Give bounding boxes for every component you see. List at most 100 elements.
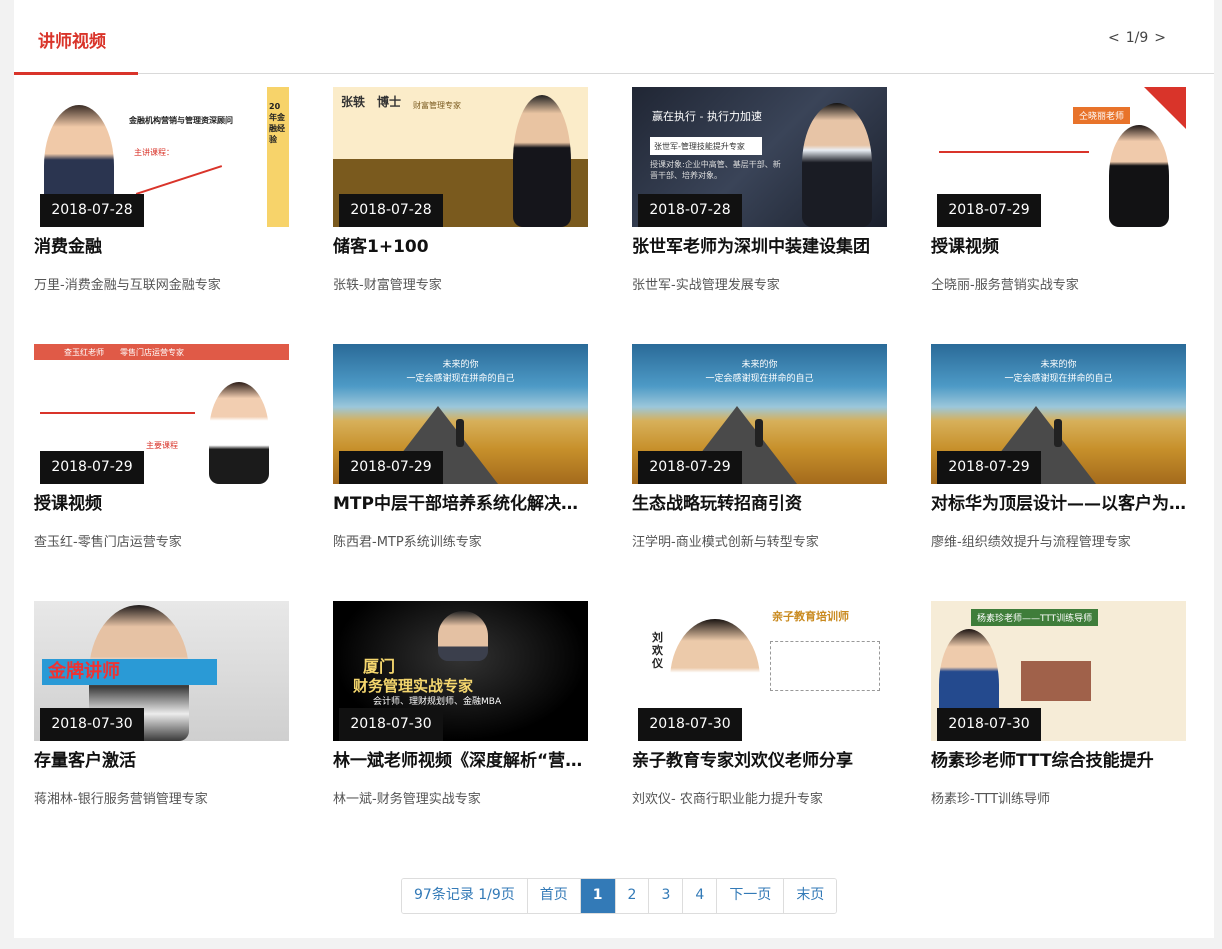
thumb-lecturer-tag: 财富管理专家 bbox=[413, 101, 461, 110]
section-header: 讲师视频 < 1/9 > bbox=[14, 0, 1214, 75]
section-title: 讲师视频 bbox=[38, 32, 106, 52]
video-date: 2018-07-29 bbox=[40, 451, 144, 484]
pagination-page-1[interactable]: 1 bbox=[580, 879, 616, 913]
thumb-course-box bbox=[1021, 661, 1091, 701]
video-author: 仝晓丽-服务营销实战专家 bbox=[931, 278, 1079, 293]
pagination-next[interactable]: 下一页 bbox=[717, 879, 785, 913]
video-thumbnail[interactable]: 杨素珍老师——TTT训练导师 2018-07-30 bbox=[931, 601, 1186, 741]
video-author: 查玉红-零售门店运营专家 bbox=[34, 535, 182, 550]
video-thumbnail[interactable]: 厦门 财务管理实战专家 会计师、理财规划师、金融MBA 2018-07-30 bbox=[333, 601, 588, 741]
thumb-corner bbox=[1144, 87, 1186, 129]
video-panel: 讲师视频 < 1/9 > 金融机构营销与管理资深顾问 主讲课程： 20年金融经验… bbox=[14, 0, 1214, 938]
video-thumbnail[interactable]: 未来的你 一定会感谢现在拼命的自己 2018-07-29 bbox=[333, 344, 588, 484]
video-date: 2018-07-28 bbox=[40, 194, 144, 227]
thumb-course-tag: 主要课程 bbox=[146, 441, 178, 450]
video-thumbnail[interactable]: 金牌讲师 2018-07-30 bbox=[34, 601, 289, 741]
lecturer-portrait bbox=[1109, 125, 1169, 227]
pagination-page-4[interactable]: 4 bbox=[683, 879, 718, 913]
video-author: 汪学明-商业模式创新与转型专家 bbox=[632, 535, 819, 550]
video-card[interactable]: 刘欢仪 亲子教育培训师 2018-07-30 亲子教育专家刘欢仪老师分享 刘欢仪… bbox=[632, 601, 887, 831]
video-title[interactable]: 生态战略玩转招商引资 bbox=[632, 489, 887, 514]
video-author: 蒋湘林-银行服务营销管理专家 bbox=[34, 792, 208, 807]
thumb-credentials: 会计师、理财规划师、金融MBA bbox=[373, 697, 502, 707]
video-card[interactable]: 张轶 博士 财富管理专家 2018-07-28 储客1+100 张轶-财富管理专… bbox=[333, 87, 588, 317]
pagination-first[interactable]: 首页 bbox=[527, 879, 581, 913]
video-thumbnail[interactable]: 查玉红老师 零售门店运营专家 主要课程 2018-07-29 bbox=[34, 344, 289, 484]
video-title[interactable]: 对标华为顶层设计——以客户为中心 bbox=[931, 489, 1186, 514]
video-title[interactable]: 林一斌老师视频《深度解析“营改增”》 bbox=[333, 746, 588, 771]
thumb-walker bbox=[456, 419, 464, 447]
lecturer-portrait bbox=[209, 382, 269, 484]
video-card[interactable]: 杨素珍老师——TTT训练导师 2018-07-30 杨素珍老师TTT综合技能提升… bbox=[931, 601, 1186, 831]
video-thumbnail[interactable]: 赢在执行 - 执行力加速 张世军-管理技能提升专家 授课对象:企业中高管、基层干… bbox=[632, 87, 887, 227]
video-card[interactable]: 未来的你 一定会感谢现在拼命的自己 2018-07-29 对标华为顶层设计——以… bbox=[931, 344, 1186, 574]
thumb-name-banner: 仝晓丽老师 bbox=[1073, 107, 1131, 124]
video-card[interactable]: 仝晓丽老师 2018-07-29 授课视频 仝晓丽-服务营销实战专家 bbox=[931, 87, 1186, 317]
video-card[interactable]: 金牌讲师 2018-07-30 存量客户激活 蒋湘林-银行服务营销管理专家 bbox=[34, 601, 289, 831]
video-thumbnail[interactable]: 未来的你 一定会感谢现在拼命的自己 2018-07-29 bbox=[931, 344, 1186, 484]
thumb-verse: 未来的你 一定会感谢现在拼命的自己 bbox=[1004, 360, 1113, 384]
thumb-walker bbox=[755, 419, 763, 447]
video-author: 陈西君-MTP系统训练专家 bbox=[333, 535, 482, 550]
video-card[interactable]: 查玉红老师 零售门店运营专家 主要课程 2018-07-29 授课视频 查玉红-… bbox=[34, 344, 289, 574]
video-title[interactable]: 亲子教育专家刘欢仪老师分享 bbox=[632, 746, 887, 771]
video-author: 张轶-财富管理专家 bbox=[333, 278, 442, 293]
thumb-name-banner: 杨素珍老师——TTT训练导师 bbox=[971, 609, 1099, 626]
video-card[interactable]: 金融机构营销与管理资深顾问 主讲课程： 20年金融经验 2018-07-28 消… bbox=[34, 87, 289, 317]
video-author: 杨素珍-TTT训练导师 bbox=[931, 792, 1051, 807]
video-title[interactable]: 储客1+100 bbox=[333, 232, 588, 257]
thumb-banner-text: 金牌讲师 bbox=[48, 661, 120, 682]
video-date: 2018-07-29 bbox=[638, 451, 742, 484]
video-date: 2018-07-30 bbox=[339, 708, 443, 741]
video-date: 2018-07-29 bbox=[937, 451, 1041, 484]
video-author: 刘欢仪- 农商行职业能力提升专家 bbox=[632, 792, 823, 807]
video-date: 2018-07-29 bbox=[937, 194, 1041, 227]
video-author: 林一斌-财务管理实战专家 bbox=[333, 792, 481, 807]
video-title[interactable]: 授课视频 bbox=[34, 489, 289, 514]
video-date: 2018-07-30 bbox=[40, 708, 144, 741]
pagination-page-2[interactable]: 2 bbox=[615, 879, 650, 913]
video-author: 万里-消费金融与互联网金融专家 bbox=[34, 278, 221, 293]
thumb-body-text: 授课对象:企业中高管、基层干部、新晋干部、培养对象。 bbox=[650, 160, 781, 180]
video-title[interactable]: 授课视频 bbox=[931, 232, 1186, 257]
video-date: 2018-07-28 bbox=[638, 194, 742, 227]
thumb-headline: 赢在执行 - 执行力加速 bbox=[652, 110, 762, 123]
video-title[interactable]: MTP中层干部培养系统化解决方案 bbox=[333, 489, 588, 514]
section-title-underline bbox=[14, 72, 138, 75]
thumb-side-text: 20年金融经验 bbox=[269, 102, 285, 144]
thumb-course-box bbox=[770, 641, 880, 691]
mini-pager: < 1/9 > bbox=[1108, 30, 1166, 46]
video-author: 张世军-实战管理发展专家 bbox=[632, 278, 780, 293]
pager-next-button[interactable]: > bbox=[1154, 30, 1166, 46]
pagination-page-3[interactable]: 3 bbox=[649, 879, 684, 913]
thumb-subtitle: 财务管理实战专家 bbox=[353, 677, 474, 695]
video-thumbnail[interactable]: 刘欢仪 亲子教育培训师 2018-07-30 bbox=[632, 601, 887, 741]
lecturer-portrait bbox=[802, 103, 872, 227]
thumb-banner-text: 查玉红老师 零售门店运营专家 bbox=[64, 348, 184, 357]
pagination-last[interactable]: 末页 bbox=[784, 879, 837, 913]
video-date: 2018-07-30 bbox=[937, 708, 1041, 741]
lecturer-portrait bbox=[438, 611, 488, 661]
video-thumbnail[interactable]: 仝晓丽老师 2018-07-29 bbox=[931, 87, 1186, 227]
pager-prev-button[interactable]: < bbox=[1108, 30, 1120, 46]
video-thumbnail[interactable]: 张轶 博士 财富管理专家 2018-07-28 bbox=[333, 87, 588, 227]
video-date: 2018-07-30 bbox=[638, 708, 742, 741]
video-card[interactable]: 未来的你 一定会感谢现在拼命的自己 2018-07-29 生态战略玩转招商引资 … bbox=[632, 344, 887, 574]
video-title[interactable]: 存量客户激活 bbox=[34, 746, 289, 771]
video-card[interactable]: 未来的你 一定会感谢现在拼命的自己 2018-07-29 MTP中层干部培养系统… bbox=[333, 344, 588, 574]
video-title[interactable]: 张世军老师为深圳中装建设集团 bbox=[632, 232, 887, 257]
pager-status: 1/9 bbox=[1125, 30, 1149, 46]
pagination-info: 97条记录 1/9页 bbox=[402, 879, 528, 913]
thumb-headline: 金融机构营销与管理资深顾问 bbox=[129, 116, 233, 125]
video-title[interactable]: 消费金融 bbox=[34, 232, 289, 257]
video-title[interactable]: 杨素珍老师TTT综合技能提升 bbox=[931, 746, 1186, 771]
thumb-course-label: 主讲课程： bbox=[134, 148, 174, 157]
video-thumbnail[interactable]: 未来的你 一定会感谢现在拼命的自己 2018-07-29 bbox=[632, 344, 887, 484]
video-card[interactable]: 赢在执行 - 执行力加速 张世军-管理技能提升专家 授课对象:企业中高管、基层干… bbox=[632, 87, 887, 317]
video-thumbnail[interactable]: 金融机构营销与管理资深顾问 主讲课程： 20年金融经验 2018-07-28 bbox=[34, 87, 289, 227]
thumb-headline: 亲子教育培训师 bbox=[772, 610, 849, 623]
lecturer-portrait bbox=[513, 95, 571, 227]
video-card[interactable]: 厦门 财务管理实战专家 会计师、理财规划师、金融MBA 2018-07-30 林… bbox=[333, 601, 588, 831]
thumb-lecturer-name: 刘欢仪 bbox=[652, 631, 663, 670]
thumb-city: 厦门 bbox=[363, 657, 396, 676]
